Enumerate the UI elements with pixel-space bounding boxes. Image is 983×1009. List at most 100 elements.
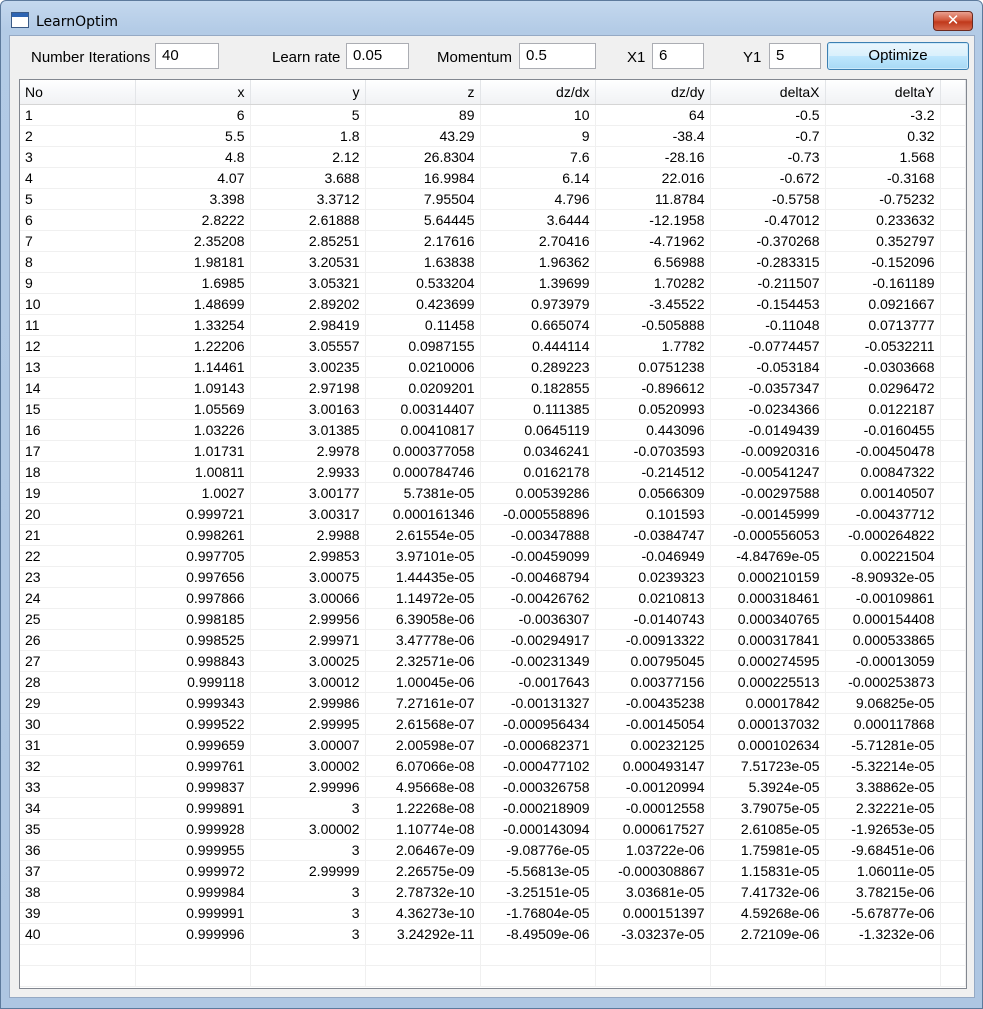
momentum-input[interactable]: 0.5 — [519, 43, 596, 69]
y1-input[interactable]: 5 — [769, 43, 821, 69]
table-row[interactable]: 35 0.999928 3.00002 1.10774e-08 -0.000143094… — [20, 818, 966, 840]
table-row[interactable]: 34 0.999891 3 1.22268e-08 -0.000218909 -0.000… — [20, 797, 966, 819]
column-header-dzdy[interactable]: dz/dy — [595, 80, 711, 105]
table-row[interactable]: 15 1.05569 3.00163 0.00314407 0.111385 0.0520… — [20, 398, 966, 420]
cell-z: 0.00410817 — [365, 419, 481, 441]
table-row[interactable]: 10 1.48699 2.89202 0.423699 0.973979 -3.45522… — [20, 293, 966, 315]
table-row[interactable]: 24 0.997866 3.00066 1.14972e-05 -0.00426762 0… — [20, 587, 966, 609]
optimize-button[interactable]: Optimize — [827, 42, 969, 70]
close-button[interactable]: ✕ — [933, 11, 973, 31]
cell-z: 26.8304 — [365, 146, 481, 168]
cell-z: 43.29 — [365, 125, 481, 147]
table-row[interactable]: 11 1.33254 2.98419 0.11458 0.665074 -0.505888… — [20, 314, 966, 336]
cell-y: 3 — [250, 923, 366, 945]
table-row[interactable]: 5 3.398 3.3712 7.95504 4.796 11.8784 -0.5758 -0… — [20, 188, 966, 210]
table-row[interactable]: 25 0.998185 2.99956 6.39058e-06 -0.0036307 -0… — [20, 608, 966, 630]
table-row[interactable]: 17 1.01731 2.9978 0.000377058 0.0346241 -0.07… — [20, 440, 966, 462]
column-header-z[interactable]: z — [365, 80, 481, 105]
table-row[interactable]: 22 0.997705 2.99853 3.97101e-05 -0.00459099-… — [20, 545, 966, 567]
cell-no: 5 — [20, 188, 136, 210]
table-row[interactable]: 21 0.998261 2.9988 2.61554e-05 -0.00347888 -0… — [20, 524, 966, 546]
cell-deltax: 2.61085e-05 — [710, 818, 826, 840]
learn-rate-input[interactable]: 0.05 — [346, 43, 409, 69]
cell-y: 2.99853 — [250, 545, 366, 567]
empty-row — [20, 944, 966, 966]
table-row[interactable]: 29 0.999343 2.99986 7.27161e-07 -0.00131327-… — [20, 692, 966, 714]
table-row[interactable]: 40 0.999996 3 3.24292e-11 -8.49509e-06 -3.032… — [20, 923, 966, 945]
column-header-no[interactable]: No — [20, 80, 136, 105]
cell-deltax: 0.000274595 — [710, 650, 826, 672]
table-row[interactable]: 37 0.999972 2.99999 2.26575e-09 -5.56813e-05… — [20, 860, 966, 882]
table-row[interactable]: 3 4.8 2.12 26.8304 7.6 -28.16 -0.73 1.568 — [20, 146, 966, 168]
cell-no: 29 — [20, 692, 136, 714]
cell-z: 0.000784746 — [365, 461, 481, 483]
cell-no: 17 — [20, 440, 136, 462]
cell-z: 2.78732e-10 — [365, 881, 481, 903]
table-row[interactable]: 14 1.09143 2.97198 0.0209201 0.182855 -0.8966… — [20, 377, 966, 399]
x1-input[interactable]: 6 — [652, 43, 704, 69]
table-row[interactable]: 6 2.8222 2.61888 5.64445 3.6444 -12.1958 -0.47… — [20, 209, 966, 231]
table-row[interactable]: 39 0.999991 3 4.36273e-10 -1.76804e-05 0.0001… — [20, 902, 966, 924]
cell-no: 16 — [20, 419, 136, 441]
iterations-input[interactable]: 40 — [155, 43, 219, 69]
cell-x: 2.35208 — [135, 230, 251, 252]
column-header-dzdx[interactable]: dz/dx — [480, 80, 596, 105]
cell-x: 1.6985 — [135, 272, 251, 294]
cell-x: 1.0027 — [135, 482, 251, 504]
cell-no: 36 — [20, 839, 136, 861]
cell-x: 1.09143 — [135, 377, 251, 399]
table-row[interactable]: 8 1.98181 3.20531 1.63838 1.96362 6.56988 -0.2… — [20, 251, 966, 273]
column-header-deltax[interactable]: deltaX — [710, 80, 826, 105]
results-grid[interactable]: No x y z dz/dx dz/dy deltaX deltaY 1 6 5 89… — [19, 79, 967, 989]
cell-no: 24 — [20, 587, 136, 609]
cell-deltax: -0.283315 — [710, 251, 826, 273]
table-row[interactable]: 32 0.999761 3.00002 6.07066e-08 -0.000477102… — [20, 755, 966, 777]
table-row[interactable]: 1 6 5 89 10 64 -0.5 -3.2 — [20, 104, 966, 126]
column-header-deltay[interactable]: deltaY — [825, 80, 941, 105]
cell-dzdx: -0.000477102 — [480, 755, 596, 777]
cell-dzdx: -0.00347888 — [480, 524, 596, 546]
cell-filler — [940, 251, 966, 273]
cell-x: 0.999837 — [135, 776, 251, 798]
table-row[interactable]: 26 0.998525 2.99971 3.47778e-06 -0.00294917-… — [20, 629, 966, 651]
empty-cell — [135, 965, 251, 987]
cell-dzdx: -0.00459099 — [480, 545, 596, 567]
column-header-y[interactable]: y — [250, 80, 366, 105]
cell-x: 0.999522 — [135, 713, 251, 735]
cell-dzdx: 0.182855 — [480, 377, 596, 399]
cell-x: 1.03226 — [135, 419, 251, 441]
table-row[interactable]: 36 0.999955 3 2.06467e-09 -9.08776e-05 1.0372… — [20, 839, 966, 861]
table-row[interactable]: 20 0.999721 3.00317 0.000161346 -0.000558896… — [20, 503, 966, 525]
column-header-x[interactable]: x — [135, 80, 251, 105]
cell-x: 0.998525 — [135, 629, 251, 651]
table-body: 1 6 5 89 10 64 -0.5 -3.2 2 5.5 1.8 43.29 9 -38.4 -0.7 0… — [20, 104, 966, 987]
table-row[interactable]: 12 1.22206 3.05557 0.0987155 0.444114 1.7782-… — [20, 335, 966, 357]
table-row[interactable]: 13 1.14461 3.00235 0.0210006 0.289223 0.07512… — [20, 356, 966, 378]
table-row[interactable]: 38 0.999984 3 2.78732e-10 -3.25151e-05 3.0368… — [20, 881, 966, 903]
cell-deltax: 3.79075e-05 — [710, 797, 826, 819]
table-row[interactable]: 33 0.999837 2.99996 4.95668e-08 -0.000326758… — [20, 776, 966, 798]
table-row[interactable]: 19 1.0027 3.00177 5.7381e-05 0.00539286 0.056… — [20, 482, 966, 504]
table-row[interactable]: 9 1.6985 3.05321 0.533204 1.39699 1.70282 -0.2… — [20, 272, 966, 294]
table-row[interactable]: 16 1.03226 3.01385 0.00410817 0.0645119 0.443… — [20, 419, 966, 441]
title-bar[interactable]: LearnOptim ✕ — [1, 1, 982, 35]
empty-cell — [940, 965, 966, 987]
table-row[interactable]: 30 0.999522 2.99995 2.61568e-07 -0.000956434… — [20, 713, 966, 735]
table-row[interactable]: 28 0.999118 3.00012 1.00045e-06 -0.0017643 0.… — [20, 671, 966, 693]
cell-deltax: -0.5 — [710, 104, 826, 126]
cell-deltay: 3.78215e-06 — [825, 881, 941, 903]
cell-filler — [940, 167, 966, 189]
cell-filler — [940, 461, 966, 483]
table-row[interactable]: 4 4.07 3.688 16.9984 6.14 22.016 -0.672 -0.3168 — [20, 167, 966, 189]
table-row[interactable]: 18 1.00811 2.9933 0.000784746 0.0162178 -0.21… — [20, 461, 966, 483]
cell-no: 1 — [20, 104, 136, 126]
table-row[interactable]: 23 0.997656 3.00075 1.44435e-05 -0.00468794 0… — [20, 566, 966, 588]
table-row[interactable]: 27 0.998843 3.00025 2.32571e-06 -0.00231349 0… — [20, 650, 966, 672]
cell-deltay: -0.75232 — [825, 188, 941, 210]
table-row[interactable]: 31 0.999659 3.00007 2.00598e-07 -0.000682371… — [20, 734, 966, 756]
cell-dzdy: 11.8784 — [595, 188, 711, 210]
cell-dzdy: 0.101593 — [595, 503, 711, 525]
cell-deltay: 1.06011e-05 — [825, 860, 941, 882]
table-row[interactable]: 7 2.35208 2.85251 2.17616 2.70416 -4.71962 -0.… — [20, 230, 966, 252]
table-row[interactable]: 2 5.5 1.8 43.29 9 -38.4 -0.7 0.32 — [20, 125, 966, 147]
